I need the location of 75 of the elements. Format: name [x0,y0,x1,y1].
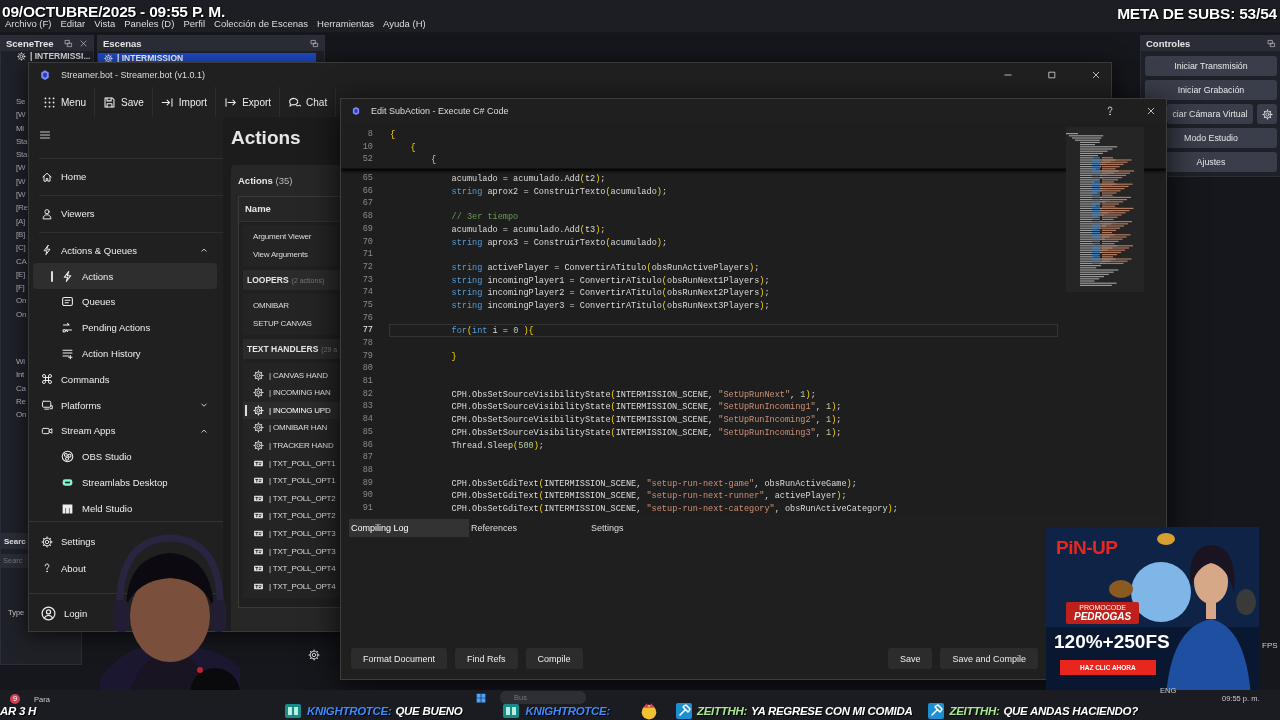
line-number: 72 [361,260,373,274]
code-line: string incomingPlayer2 = ConvertirATitulo(obsRunNext2Players); [450,287,771,299]
code-line: CPH.ObsSetSourceVisibilityState(INTERMISSION_SCENE, "SetUpRunIncoming3", 1); [450,426,843,439]
code-line: } [450,350,458,363]
chat-username: KNIGHTROTCE: [306,705,392,717]
chat-message: QUE BUENO [395,705,463,717]
line-number: 69 [361,222,373,236]
code-line: string activePlayer = ConvertirATitulo(obsRunActivePlayers); [450,261,761,274]
page-title: Actions [231,127,301,149]
line-number: 89 [361,476,373,490]
line-number: 74 [361,286,373,299]
line-number: 80 [361,362,373,376]
line-number: 84 [361,413,373,426]
line-number: 91 [361,501,373,515]
line-number: 70 [361,235,373,249]
line-number: 68 [361,210,373,223]
sub-goal-overlay: META DE SUBS: 53/54 [1117,5,1277,23]
dock-title: Searc [4,537,26,546]
code-line: CPH.ObsSetSourceVisibilityState(INTERMISSION_SCENE, "SetUpRunIncoming1", 1); [450,401,843,414]
dock-title: Controles [1146,38,1191,49]
code-line: string incomingPlayer1 = ConvertirATitulo(obsRunNext1Players); [450,274,771,287]
panel-title: Actions (35) [238,175,293,186]
group-title: LOOPERS [247,275,289,286]
line-number: 10 [361,140,373,154]
dialog-title: Edit SubAction - Execute C# Code [371,106,509,116]
line-number: 87 [361,451,373,464]
code-line: acumulado = acumulado.Add(t2); [450,173,607,185]
line-number: 79 [361,349,373,363]
line-number: 86 [361,438,373,452]
group-title: TEXT HANDLERS [247,344,319,355]
code-line: Thread.Sleep(500); [450,439,545,452]
line-number: 78 [361,337,373,350]
code-line: string aprox2 = ConstruirTexto(acumulado); [450,185,669,198]
line-number: 81 [361,375,373,388]
line-number: 52 [361,153,373,167]
dock-title: Escenas [103,38,142,49]
chat-username: KNIGHTROTCE: [525,705,610,717]
chat-message: YA REGRESE CON MI COMIDA [750,705,913,717]
code-line: { [430,154,438,167]
line-number: 67 [361,197,373,211]
code-line: CPH.ObsSetSourceVisibilityState(INTERMISSION_SCENE, "SetUpRunNext", 1); [450,388,817,401]
window-title: Streamer.bot - Streamer.bot (v1.0.1) [61,70,206,80]
line-number: 90 [361,489,373,502]
line-number: 83 [361,400,373,414]
code-line: // 3er tiempo [450,211,520,223]
code-line: CPH.ObsSetSourceVisibilityState(INTERMISSION_SCENE, "SetUpRunIncoming2", 1); [450,414,843,426]
code-line: CPH.ObsSetGdiText(INTERMISSION_SCENE, "setup-run-next-runner", activePlayer); [450,490,848,502]
chat-username: ZEITTHH: [949,705,1000,717]
code-line: string aprox3 = ConstruirTexto(acumulado); [450,236,669,249]
promo-code: PEDROGAS [1074,611,1132,622]
line-number: 76 [361,311,373,325]
code-line: { [409,141,417,154]
line-number: 82 [361,387,373,401]
chat-message: QUE ANDAS HACIENDO? [1003,705,1138,717]
line-number: 85 [361,425,373,439]
line-number: 88 [361,463,373,477]
ticker-text: AR 3 H [0,705,36,717]
line-number: 71 [361,248,373,261]
line-number: 66 [361,184,373,198]
code-line: acumulado = acumulado.Add(t3); [450,223,607,236]
code-line: { [389,129,397,141]
code-line: string incomingPlayer3 = ConvertirATitulo(obsRunNext3Players); [450,299,771,312]
line-number: 65 [361,172,373,185]
line-number: 8 [366,128,373,141]
line-number: 77 [361,324,373,337]
date-time-overlay: 09/OCTUBRE/2025 - 09:55 P. M. [2,3,226,20]
line-number: 75 [361,298,373,312]
line-number: 73 [361,273,373,287]
dock-title: SceneTree [6,38,54,49]
code-line: CPH.ObsSetGdiText(INTERMISSION_SCENE, "setup-run-next-game", obsRunActiveGame); [450,477,858,490]
chat-username: ZEITTHH: [697,705,747,717]
fps-label: FPS [1262,641,1278,650]
ad-offer-text: 120%+250FS [1054,631,1170,653]
ad-logo-text: PiN-UP [1056,537,1118,559]
code-line: CPH.ObsSetGdiText(INTERMISSION_SCENE, "setup-run-next-category", obsRunActiveCategory); [450,502,899,515]
